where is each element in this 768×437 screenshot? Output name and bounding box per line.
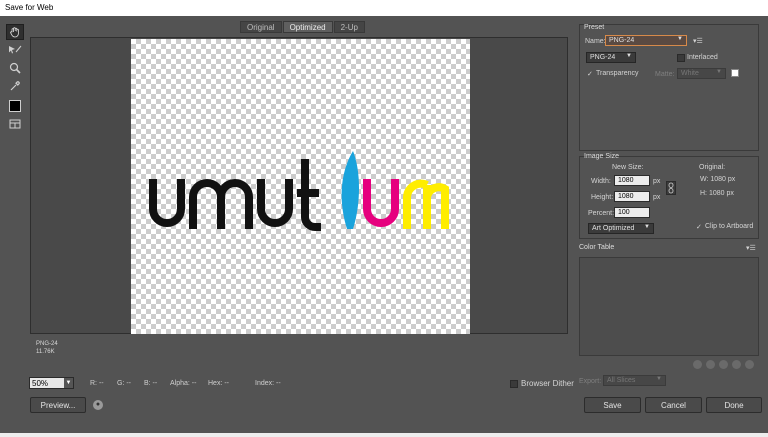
- shift-web-palette-icon[interactable]: [706, 360, 715, 369]
- chevron-down-icon: ▼: [626, 53, 632, 59]
- toggle-slices-tool[interactable]: [6, 116, 24, 132]
- tab-optimized[interactable]: Optimized: [282, 21, 333, 33]
- chevron-down-icon: ▼: [677, 36, 683, 42]
- hand-icon: [10, 27, 19, 38]
- width-label: Width:: [591, 178, 611, 185]
- chevron-down-icon: ▼: [656, 376, 662, 382]
- resample-quality-value: Art Optimized: [592, 225, 635, 232]
- eyedropper-icon: [10, 81, 20, 91]
- height-input[interactable]: 1080: [614, 191, 650, 202]
- chain-link-icon: [668, 182, 674, 194]
- browser-dither-toggle[interactable]: Browser Dither: [510, 379, 574, 388]
- height-unit: px: [653, 194, 661, 201]
- original-height: H: 1080 px: [700, 190, 734, 197]
- color-table[interactable]: [579, 257, 759, 356]
- color-table-toolbar: [693, 360, 754, 369]
- new-color-icon[interactable]: [732, 360, 741, 369]
- readout-hex: Hex: --: [208, 380, 229, 387]
- transparency-label: Transparency: [596, 70, 639, 77]
- preset-name-value: PNG-24: [609, 37, 635, 44]
- new-size-label: New Size:: [612, 164, 644, 171]
- matte-label: Matte:: [655, 71, 675, 78]
- file-format-value: PNG-24: [590, 54, 616, 61]
- browser-dither-label: Browser Dither: [521, 379, 574, 388]
- width-unit: px: [653, 178, 661, 185]
- height-label: Height:: [591, 194, 614, 201]
- window-title: Save for Web: [0, 0, 768, 16]
- original-width: W: 1080 px: [700, 176, 736, 183]
- view-tabs: Original Optimized 2-Up: [240, 21, 366, 33]
- file-format: PNG-24: [36, 341, 58, 347]
- hand-tool[interactable]: [6, 24, 24, 40]
- optimize-menu-icon[interactable]: ▾☰: [693, 37, 703, 45]
- slice-select-tool[interactable]: [6, 42, 24, 58]
- trash-icon[interactable]: [745, 360, 754, 369]
- matte-select[interactable]: White ▼: [677, 68, 726, 79]
- chevron-down-icon: ▼: [644, 224, 650, 230]
- chevron-down-icon: ▼: [64, 378, 73, 388]
- zoom-tool[interactable]: [6, 60, 24, 76]
- browser-dither-checkbox[interactable]: [510, 379, 518, 388]
- readout-alpha: Alpha: --: [170, 380, 197, 387]
- preview-area[interactable]: [30, 37, 568, 334]
- zoom-icon: [9, 62, 21, 74]
- color-table-menu-icon[interactable]: ▾☰: [746, 244, 756, 252]
- tab-original[interactable]: Original: [240, 21, 282, 33]
- preview-button[interactable]: Preview...: [30, 397, 86, 413]
- percent-label: Percent:: [588, 210, 615, 217]
- map-transparent-icon[interactable]: [693, 360, 702, 369]
- export-slices-value: All Slices: [607, 377, 636, 384]
- preset-name-select[interactable]: PNG-24 ▼: [605, 35, 687, 46]
- interlaced-label: Interlaced: [687, 54, 718, 61]
- eyedropper-color-swatch[interactable]: [9, 100, 21, 112]
- file-format-select[interactable]: PNG-24 ▼: [586, 52, 636, 63]
- file-info: PNG-24 11.76K: [36, 340, 58, 356]
- file-size: 11.76K: [36, 349, 55, 355]
- done-button[interactable]: Done: [706, 397, 762, 413]
- browser-globe-icon[interactable]: ●: [93, 400, 103, 410]
- image-size-title: Image Size: [584, 153, 620, 160]
- export-slices-select[interactable]: All Slices ▼: [603, 375, 666, 386]
- resample-quality-select[interactable]: Art Optimized ▼: [588, 223, 654, 234]
- readout-r: R: --: [90, 380, 104, 387]
- percent-input[interactable]: 100: [614, 207, 650, 218]
- save-for-web-dialog: Original Optimized 2-Up PNG-24 11.76K 50…: [0, 16, 768, 437]
- zoom-level-value: 50%: [32, 379, 49, 388]
- original-size-label: Original:: [699, 164, 726, 171]
- toolbox: [6, 24, 26, 134]
- transparency-check-icon[interactable]: ✓: [587, 70, 593, 78]
- matte-color-swatch[interactable]: [731, 69, 739, 77]
- zoom-level-select[interactable]: 50% ▼: [29, 377, 74, 389]
- preset-name-label: Name:: [585, 38, 606, 45]
- umutlum-logo: [149, 151, 449, 231]
- slice-select-icon: [9, 45, 22, 54]
- chevron-down-icon: ▼: [716, 69, 722, 75]
- save-button[interactable]: Save: [584, 397, 641, 413]
- window-bottom-border: [0, 433, 768, 437]
- lock-color-icon[interactable]: [719, 360, 728, 369]
- color-table-title: Color Table: [579, 244, 615, 251]
- readout-b: B: --: [144, 380, 158, 387]
- readout-index: Index: --: [255, 380, 281, 387]
- interlaced-checkbox[interactable]: [677, 54, 685, 62]
- artboard-canvas[interactable]: [131, 39, 470, 334]
- cancel-button[interactable]: Cancel: [645, 397, 702, 413]
- readout-g: G: --: [117, 380, 131, 387]
- export-label: Export:: [579, 378, 602, 385]
- width-input[interactable]: 1080: [614, 175, 650, 186]
- toggle-slices-icon: [9, 119, 21, 129]
- tab-2-up[interactable]: 2-Up: [333, 21, 365, 33]
- preset-title: Preset: [584, 24, 605, 31]
- clip-to-artboard-check-icon[interactable]: ✓: [696, 223, 702, 231]
- constrain-proportions-link[interactable]: [666, 181, 676, 195]
- eyedropper-tool[interactable]: [6, 78, 24, 94]
- clip-to-artboard-label: Clip to Artboard: [705, 223, 754, 230]
- matte-value: White: [681, 70, 699, 77]
